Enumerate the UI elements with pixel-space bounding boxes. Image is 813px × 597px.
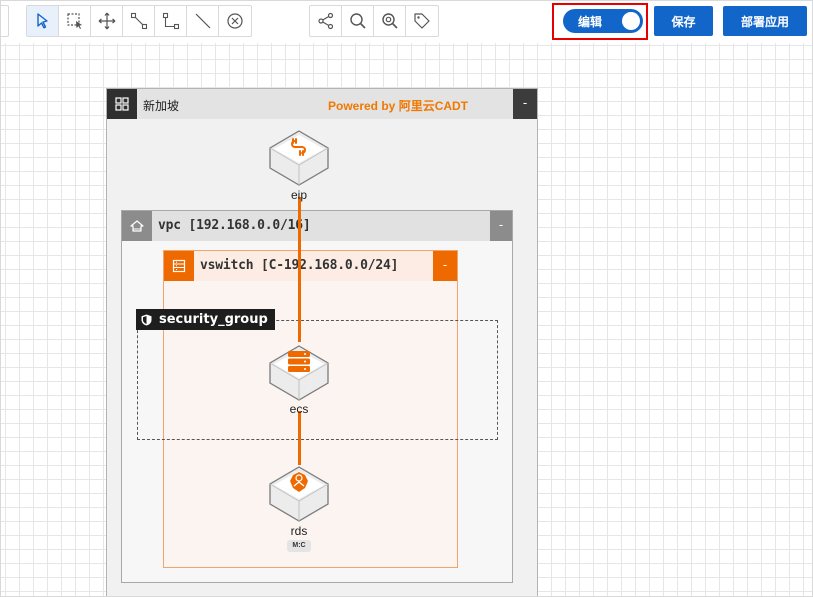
ecs-label: ecs — [289, 402, 309, 416]
zoom-icon — [349, 13, 366, 29]
vpc-header: vpc [192.168.0.0/16] - — [122, 211, 512, 241]
tag-icon — [414, 13, 430, 29]
region-grid-icon — [107, 89, 137, 119]
ecs-server-icon — [269, 345, 329, 401]
region-title: 新加坡 — [143, 99, 180, 113]
edit-toggle-label: 编辑 — [578, 15, 603, 29]
save-button[interactable]: 保存 — [654, 6, 713, 36]
marquee-select-icon — [66, 13, 82, 29]
delete-tool-button[interactable] — [219, 6, 251, 36]
tag-button[interactable] — [406, 6, 438, 36]
link-ecs-rds[interactable] — [298, 411, 301, 465]
powered-by-label: Powered by 阿里云CADT — [328, 99, 469, 113]
vpc-title: vpc [192.168.0.0/16] — [158, 218, 311, 233]
eip-icon — [269, 130, 329, 186]
zoom-button[interactable] — [342, 6, 374, 36]
delete-icon — [227, 13, 243, 29]
deploy-app-button[interactable]: 部署应用 — [723, 6, 807, 36]
zoom-fit-button[interactable] — [374, 6, 406, 36]
eip-label: eip — [290, 188, 307, 202]
connector-tool-button[interactable] — [123, 6, 155, 36]
pointer-tool-button[interactable] — [27, 6, 59, 36]
toolbar-group-draw — [26, 5, 252, 37]
rds-label: rds — [290, 524, 308, 538]
zoom-fit-icon — [381, 13, 398, 29]
eip-node[interactable] — [267, 129, 331, 189]
pointer-icon — [36, 13, 48, 29]
app-frame: 编辑 保存 部署应用 新加坡 Powered by 阿里云CADT - vpc … — [0, 0, 813, 597]
elbow-line-icon — [162, 12, 179, 30]
move-icon — [98, 12, 115, 30]
connector-icon — [130, 12, 147, 30]
vpc-cloud-icon — [122, 211, 152, 241]
toggle-knob — [622, 12, 640, 30]
vpc-collapse-button[interactable]: - — [490, 211, 512, 241]
vswitch-collapse-button[interactable]: - — [433, 251, 457, 281]
share-button[interactable] — [310, 6, 342, 36]
line-tool-button[interactable] — [187, 6, 219, 36]
shield-icon — [141, 314, 152, 325]
marquee-select-tool-button[interactable] — [59, 6, 91, 36]
toolbar-group-partial — [1, 5, 9, 37]
edit-mode-toggle[interactable]: 编辑 — [563, 9, 643, 33]
move-tool-button[interactable] — [91, 6, 123, 36]
rds-node[interactable] — [267, 465, 331, 525]
share-icon — [317, 12, 333, 30]
rds-badge: M:C — [287, 540, 311, 552]
line-icon — [195, 13, 210, 29]
region-header: 新加坡 Powered by 阿里云CADT - — [107, 89, 537, 119]
link-eip-ecs[interactable] — [298, 197, 301, 342]
rds-database-icon — [269, 466, 329, 522]
security-group-label[interactable]: security_group — [136, 309, 275, 330]
security-group-title: security_group — [159, 312, 268, 327]
elbow-line-tool-button[interactable] — [155, 6, 187, 36]
vswitch-icon — [164, 251, 194, 281]
toolbar: 编辑 保存 部署应用 — [1, 1, 812, 43]
ecs-node[interactable] — [267, 344, 331, 404]
toolbar-group-view — [309, 5, 439, 37]
region-collapse-button[interactable]: - — [513, 89, 537, 119]
vswitch-header: vswitch [C-192.168.0.0/24] - — [164, 251, 457, 281]
